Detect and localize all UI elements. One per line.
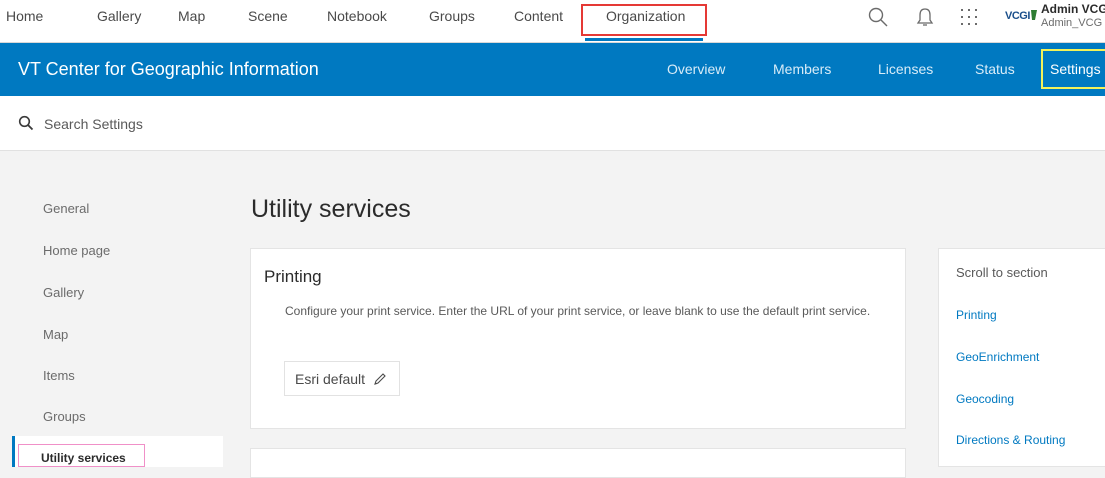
sidebar-item-utility-services[interactable]: Utility services bbox=[41, 451, 126, 465]
scroll-link-geocoding[interactable]: Geocoding bbox=[956, 392, 1014, 406]
printing-description: Configure your print service. Enter the … bbox=[285, 304, 871, 318]
search-settings-input[interactable] bbox=[42, 110, 446, 138]
sidebar-item-items[interactable]: Items bbox=[43, 368, 75, 383]
sidebar-item-map[interactable]: Map bbox=[43, 327, 68, 342]
scroll-link-printing[interactable]: Printing bbox=[956, 308, 997, 322]
print-service-value: Esri default bbox=[295, 371, 366, 387]
grid-icon[interactable] bbox=[958, 6, 980, 28]
scroll-link-geoenrichment[interactable]: GeoEnrichment bbox=[956, 350, 1039, 364]
user-name[interactable]: Admin VCG bbox=[1041, 2, 1105, 16]
nav-organization[interactable]: Organization bbox=[606, 8, 685, 24]
sidebar-active-indicator bbox=[12, 436, 15, 467]
nav-groups[interactable]: Groups bbox=[429, 8, 475, 24]
tab-members[interactable]: Members bbox=[773, 61, 831, 77]
organization-title: VT Center for Geographic Information bbox=[18, 59, 319, 79]
bell-icon[interactable] bbox=[914, 6, 936, 28]
print-service-field[interactable]: Esri default bbox=[284, 361, 400, 396]
tab-licenses[interactable]: Licenses bbox=[878, 61, 933, 77]
org-logo: VCGI bbox=[1005, 10, 1030, 22]
tab-status[interactable]: Status bbox=[975, 61, 1015, 77]
search-icon[interactable] bbox=[867, 6, 889, 28]
scroll-link-directions[interactable]: Directions & Routing bbox=[956, 433, 1065, 447]
sidebar-item-gallery[interactable]: Gallery bbox=[43, 285, 84, 300]
search-icon bbox=[18, 115, 34, 131]
vermont-shape-icon bbox=[1031, 10, 1037, 20]
nav-home[interactable]: Home bbox=[6, 8, 43, 24]
sidebar-item-groups[interactable]: Groups bbox=[43, 409, 86, 424]
tab-settings[interactable]: Settings bbox=[1050, 61, 1101, 77]
tab-overview[interactable]: Overview bbox=[667, 61, 725, 77]
printing-section-title: Printing bbox=[264, 267, 322, 286]
user-username[interactable]: Admin_VCG bbox=[1041, 17, 1102, 29]
sidebar-item-general[interactable]: General bbox=[43, 201, 89, 216]
sidebar-item-home-page[interactable]: Home page bbox=[43, 243, 110, 258]
next-section-card bbox=[250, 448, 906, 478]
top-navigation: Home Gallery Map Scene Notebook Groups C… bbox=[0, 0, 1105, 43]
nav-gallery[interactable]: Gallery bbox=[97, 8, 141, 24]
scroll-panel-title: Scroll to section bbox=[956, 265, 1048, 280]
nav-map[interactable]: Map bbox=[178, 8, 205, 24]
scroll-to-section-panel: Scroll to section Printing GeoEnrichment… bbox=[938, 248, 1105, 467]
nav-content[interactable]: Content bbox=[514, 8, 563, 24]
page-title: Utility services bbox=[251, 195, 411, 223]
printing-card: Printing Configure your print service. E… bbox=[250, 248, 906, 429]
settings-search-bar bbox=[0, 96, 1105, 151]
organization-header: VT Center for Geographic Information Ove… bbox=[0, 43, 1105, 96]
nav-scene[interactable]: Scene bbox=[248, 8, 288, 24]
nav-notebook[interactable]: Notebook bbox=[327, 8, 387, 24]
pencil-icon[interactable] bbox=[373, 372, 387, 386]
active-tab-indicator bbox=[585, 38, 703, 41]
